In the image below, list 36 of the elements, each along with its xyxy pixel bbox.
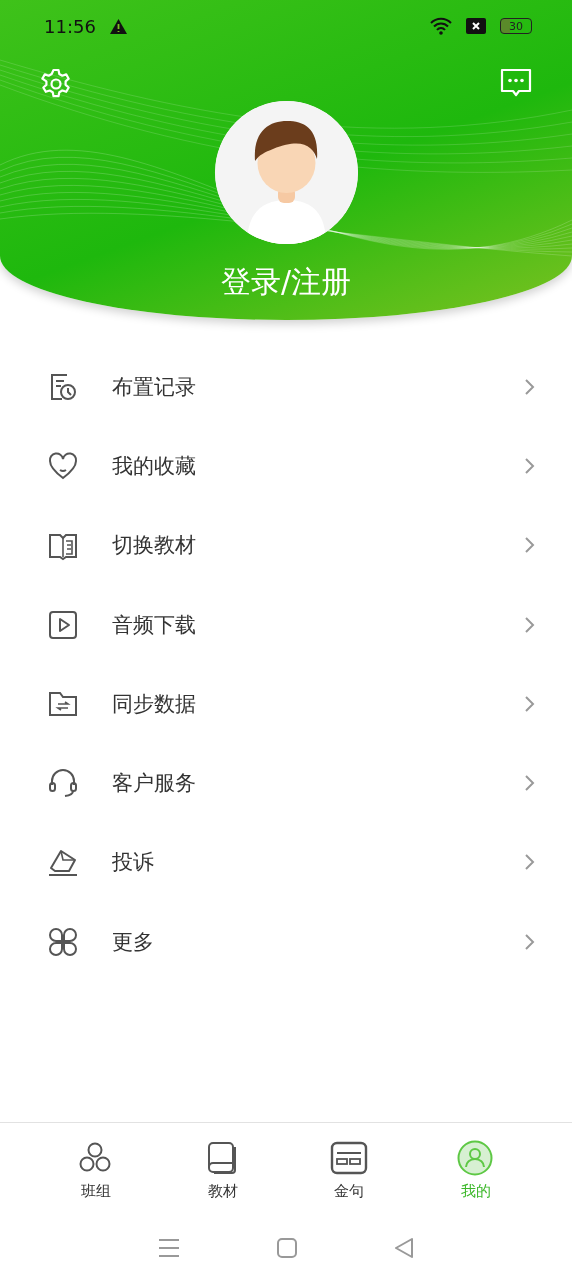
menu-item[interactable]: 更多 [0,902,572,982]
menu-item[interactable]: 音频下载 [0,584,572,665]
sim-icon [466,18,486,34]
chevron-right-icon [524,456,536,475]
clover-icon [47,925,79,958]
menu-item[interactable]: 切换教材 [0,505,572,585]
message-icon[interactable] [500,68,532,98]
menu-item[interactable]: 同步数据 [0,664,572,744]
tab[interactable]: 金句 [286,1123,413,1216]
back-icon[interactable] [393,1238,414,1258]
heart-icon [47,449,79,482]
chevron-right-icon [524,694,536,713]
wifi-icon [430,17,452,35]
chevron-right-icon [524,615,536,634]
settings-icon[interactable] [40,68,72,100]
home-icon[interactable] [277,1238,297,1258]
battery-level: 30 [500,18,532,34]
menu-item[interactable]: 布置记录 [0,347,572,427]
chevron-right-icon [524,377,536,396]
menu-item[interactable]: 投诉 [0,822,572,903]
card-icon [330,1139,369,1177]
person-icon [456,1139,495,1177]
chevron-right-icon [524,932,536,951]
chevron-right-icon [524,774,536,793]
headset-icon [47,767,79,800]
warning-icon [109,18,127,34]
tab[interactable]: 教材 [159,1123,286,1216]
chevron-right-icon [524,853,536,872]
chevron-right-icon [524,536,536,555]
menu-item[interactable]: 客户服务 [0,743,572,823]
status-time: 11:56 [44,15,96,37]
avatar-icon[interactable] [214,101,358,244]
tab[interactable]: 班组 [33,1123,160,1216]
menu-item[interactable]: 我的收藏 [0,426,572,506]
play-icon [47,608,79,641]
menu-icon[interactable] [158,1238,181,1258]
